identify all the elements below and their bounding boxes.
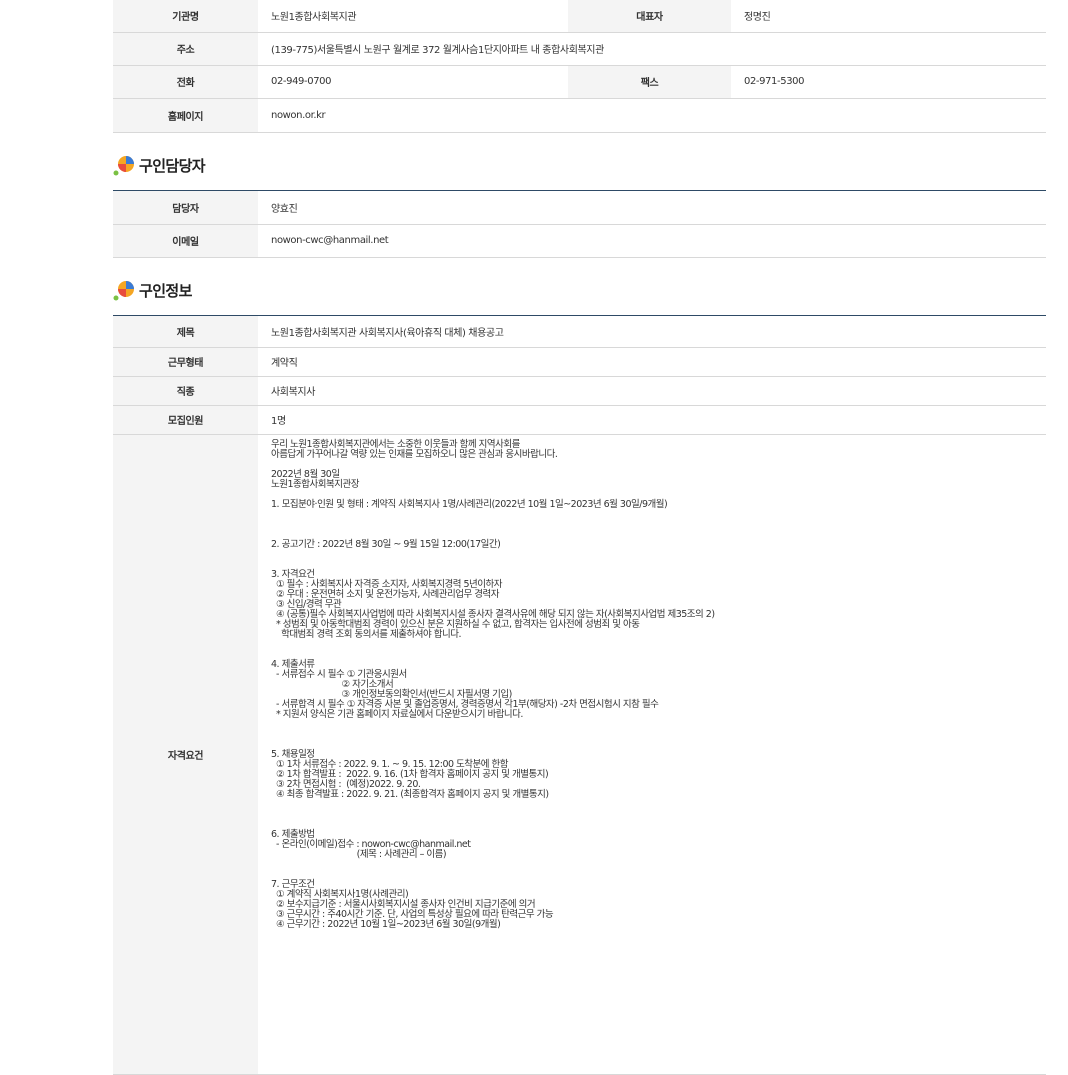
detail-line: 노원1종합사회복지관장: [271, 478, 359, 490]
phone-value: 02-949-0700: [258, 65, 568, 99]
fax-label: 팩스: [568, 65, 731, 99]
homepage-label: 홈페이지: [113, 98, 258, 133]
occupation-label: 직종: [113, 376, 258, 406]
detail-line: ③ 개인정보동의확인서(반드시 자필서명 기입): [271, 688, 513, 700]
detail-line: 아름답게 가꾸어나갈 역량 있는 인재를 모집하오니 많은 관심과 응시바랍니다…: [271, 448, 558, 460]
job-section-heading: 구인정보: [113, 275, 192, 305]
occupation-value: 사회복지사: [258, 376, 1046, 406]
detail-line: 1. 모집분야·인원 및 형태 : 계약직 사회복지사 1명/사례관리(2022…: [271, 498, 668, 510]
detail-line: [271, 860, 1046, 870]
work-type-value: 계약직: [258, 347, 1046, 377]
detail-line: ② 우대 : 운전면허 소지 및 운전가능자, 사례관리업무 경력자: [271, 588, 499, 600]
org-name-label: 기관명: [113, 0, 258, 33]
detail-line: 3. 자격요건: [271, 568, 315, 580]
detail-line: 학대범죄 경력 조회 동의서를 제출하셔야 합니다.: [271, 628, 461, 640]
detail-line: [271, 460, 1046, 470]
ceo-value: 정명진: [731, 0, 1046, 33]
requirements-label: 자격요건: [113, 434, 258, 1075]
section-bullet-icon: [113, 279, 135, 301]
work-type-label: 근무형태: [113, 347, 258, 377]
detail-line: ② 1차 합격발표 : 2022. 9. 16. (1차 합격자 홈페이지 공지…: [271, 768, 549, 780]
phone-label: 전화: [113, 65, 258, 99]
detail-line: 우리 노원1종합사회복지관에서는 소중한 이웃들과 함께 지역사회를: [271, 438, 520, 450]
detail-line: ③ 2차 면접시험 : (예정)2022. 9. 20.: [271, 778, 421, 790]
detail-line: 6. 제출방법: [271, 828, 315, 840]
address-value: (139-775)서울특별시 노원구 월계로 372 월계사슴1단지아파트 내 …: [258, 32, 1046, 66]
detail-line: [271, 820, 1046, 830]
title-value: 노원1종합사회복지관 사회복지사(육아휴직 대체) 채용공고: [258, 316, 1046, 348]
detail-line: 7. 근무조건: [271, 878, 315, 890]
detail-line: - 서류합격 시 필수 ① 자격증 사본 및 졸업증명서, 경력증명서 각1부(…: [271, 698, 659, 710]
manager-value: 양효진: [258, 191, 1046, 225]
detail-line: [271, 800, 1046, 810]
requirements-detail: 우리 노원1종합사회복지관에서는 소중한 이웃들과 함께 지역사회를 아름답게 가…: [258, 434, 1046, 1075]
contact-section-title: 구인담당자: [139, 156, 206, 175]
org-info-table: 기관명 노원1종합사회복지관 대표자 정명진 주소 (139-775)서울특별시…: [113, 0, 1046, 133]
address-label: 주소: [113, 32, 258, 66]
detail-line: * 성범죄 및 아동학대범죄 경력이 있으신 분은 지원하실 수 없고, 합격자…: [271, 618, 640, 630]
detail-line: [271, 530, 1046, 540]
detail-line: 4. 제출서류: [271, 658, 315, 670]
job-table: 제목 노원1종합사회복지관 사회복지사(육아휴직 대체) 채용공고 근무형태 계…: [113, 315, 1046, 1075]
email-value: nowon-cwc@hanmail.net: [258, 224, 1046, 258]
detail-line: ① 계약직 사회복지사1명(사례관리): [271, 888, 409, 900]
detail-line: ① 필수 : 사회복지사 자격증 소지자, 사회복지경력 5년이하자: [271, 578, 502, 590]
detail-line: ③ 근무시간 : 주40시간 기준. 단, 사업의 특성상 필요에 따라 탄력근…: [271, 908, 554, 920]
detail-line: ④ 최종 합격발표 : 2022. 9. 21. (최종합격자 홈페이지 공지 …: [271, 788, 549, 800]
contact-table: 담당자 양효진 이메일 nowon-cwc@hanmail.net: [113, 190, 1046, 258]
detail-line: ④ (공통)필수 사회복지사업법에 따라 사회복지시설 종사자 결격사유에 해당…: [271, 608, 715, 620]
detail-line: [271, 560, 1046, 570]
detail-line: [271, 490, 1046, 500]
detail-line: [271, 520, 1046, 530]
fax-value: 02-971-5300: [731, 65, 1046, 99]
ceo-label: 대표자: [568, 0, 731, 33]
detail-line: - 서류접수 시 필수 ① 기관응시원서: [271, 668, 407, 680]
email-label: 이메일: [113, 224, 258, 258]
detail-line: [271, 640, 1046, 650]
detail-line: - 온라인(이메일)접수 : nowon-cwc@hanmail.net: [271, 838, 471, 850]
org-name-value: 노원1종합사회복지관: [258, 0, 568, 33]
contact-section-heading: 구인담당자: [113, 150, 206, 180]
detail-line: [271, 870, 1046, 880]
detail-line: ③ 신입/경력 무관: [271, 598, 342, 610]
detail-line: ② 보수지급기준 : 서울시사회복지시설 종사자 인건비 지급기준에 의거: [271, 898, 536, 910]
detail-line: 2022년 8월 30일: [271, 468, 340, 480]
detail-line: [271, 550, 1046, 560]
title-label: 제목: [113, 316, 258, 348]
headcount-value: 1명: [258, 405, 1046, 435]
detail-line: (제목 : 사례관리 – 이름): [271, 848, 447, 860]
detail-line: [271, 730, 1046, 740]
detail-line: ② 자기소개서: [271, 678, 394, 690]
detail-line: [271, 740, 1046, 750]
detail-line: [271, 810, 1046, 820]
detail-line: [271, 650, 1046, 660]
detail-line: [271, 510, 1046, 520]
detail-line: 2. 공고기간 : 2022년 8월 30일 ~ 9월 15일 12:00(17…: [271, 538, 501, 550]
detail-line: 5. 채용일정: [271, 748, 315, 760]
headcount-label: 모집인원: [113, 405, 258, 435]
section-bullet-icon: [113, 154, 135, 176]
job-section-title: 구인정보: [139, 281, 192, 300]
detail-line: ① 1차 서류접수 : 2022. 9. 1. ~ 9. 15. 12:00 도…: [271, 758, 509, 770]
homepage-link[interactable]: nowon.or.kr: [258, 98, 1046, 133]
detail-line: [271, 720, 1046, 730]
detail-line: ④ 근무기간 : 2022년 10월 1일~2023년 6월 30일(9개월): [271, 918, 501, 930]
manager-label: 담당자: [113, 191, 258, 225]
detail-line: * 지원서 양식은 기관 홈페이지 자료실에서 다운받으시기 바랍니다.: [271, 708, 523, 720]
